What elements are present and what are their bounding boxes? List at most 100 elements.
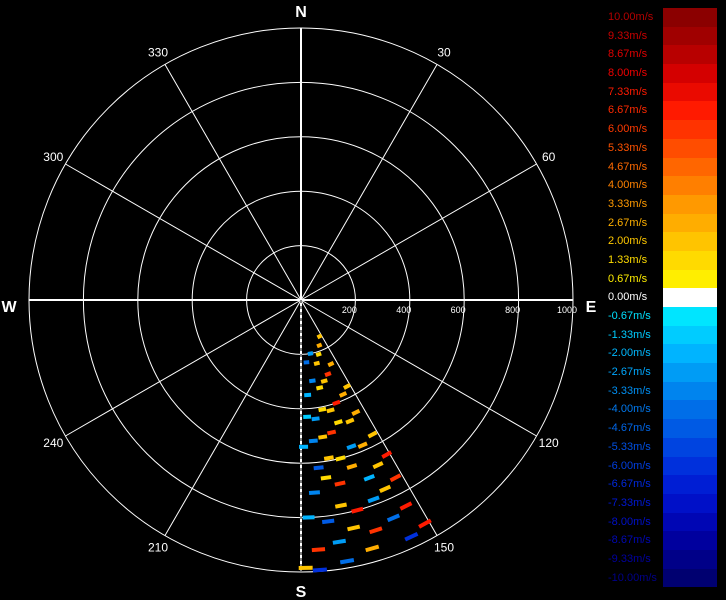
legend-label: 6.00m/s: [608, 123, 648, 136]
legend-row: -6.00m/s: [605, 456, 717, 476]
legend-row: -10.00m/s: [605, 568, 717, 588]
data-point: [313, 360, 321, 366]
legend-swatch: [663, 138, 717, 158]
legend-label: -2.67m/s: [608, 366, 651, 379]
data-point: [316, 333, 323, 340]
legend-swatch: [663, 250, 717, 270]
legend-label: -10.00m/s: [608, 571, 657, 584]
legend-label: -9.33m/s: [608, 552, 651, 565]
legend-swatch: [663, 64, 717, 83]
data-point: [351, 408, 361, 417]
legend-swatch: [663, 45, 717, 65]
legend-label: -8.00m/s: [608, 515, 651, 528]
legend-swatch: [663, 475, 717, 494]
legend-swatch: [663, 120, 717, 139]
polar-plot: 200 400 600 800 1000 30 60 120 150 210 240 300 330 N…: [1, 4, 596, 600]
angular-tick-label: 30: [437, 45, 451, 59]
data-point: [316, 342, 323, 349]
data-point: [404, 531, 419, 542]
legend-label: -2.00m/s: [608, 347, 651, 360]
legend-swatch: [663, 325, 717, 345]
radial-tick-label: 1000: [557, 305, 577, 315]
legend-label: 1.33m/s: [608, 253, 648, 266]
legend-row: -1.33m/s: [605, 325, 717, 345]
data-point: [303, 360, 310, 365]
angular-tick-label: 120: [539, 436, 559, 450]
legend-swatch: [663, 437, 717, 457]
legend-label: -3.33m/s: [608, 384, 651, 397]
data-point: [346, 443, 357, 451]
data-point: [326, 407, 335, 414]
data-point: [363, 473, 375, 482]
legend-swatch: [663, 381, 717, 401]
data-point: [326, 429, 337, 436]
legend-row: -4.00m/s: [605, 400, 717, 420]
legend-swatch: [663, 26, 717, 46]
data-point: [307, 351, 314, 356]
data-point: [357, 441, 368, 449]
legend-label: 10.00m/s: [608, 11, 654, 23]
data-point: [339, 558, 355, 565]
data-point: [332, 399, 341, 406]
legend-swatch: [663, 307, 717, 326]
spoke-line: [164, 64, 302, 301]
legend-swatch: [663, 363, 717, 382]
legend-label: 8.67m/s: [608, 48, 648, 61]
data-point: [351, 506, 364, 514]
data-point: [389, 473, 402, 483]
data-point: [318, 434, 328, 440]
data-points: [298, 333, 432, 573]
legend-label: 5.33m/s: [608, 141, 648, 154]
data-point: [332, 538, 347, 545]
data-point: [304, 392, 312, 398]
data-point: [313, 465, 324, 471]
spoke-line: [164, 299, 302, 536]
legend-swatch: [663, 456, 717, 476]
legend-swatch: [663, 512, 717, 532]
legend-row: -0.67m/s: [605, 307, 717, 326]
legend-row: 8.67m/s: [605, 45, 717, 65]
legend-label: 4.00m/s: [608, 179, 648, 192]
legend-row: -8.67m/s: [605, 531, 717, 550]
legend-row: 7.33m/s: [605, 82, 717, 102]
data-point: [335, 455, 346, 462]
legend-swatch: [663, 568, 717, 588]
data-point: [320, 378, 328, 384]
legend-label: 2.67m/s: [608, 216, 648, 229]
cardinal-w: W: [1, 299, 17, 316]
legend-swatch: [663, 8, 717, 27]
legend-row: 4.67m/s: [605, 157, 717, 177]
radial-tick-label: 800: [505, 305, 520, 315]
legend-row: 6.00m/s: [605, 120, 717, 139]
legend-row: 2.67m/s: [605, 213, 717, 233]
data-point: [327, 361, 335, 368]
legend-row: -6.67m/s: [605, 475, 717, 494]
data-point: [324, 371, 332, 378]
data-point: [367, 430, 378, 439]
data-point: [338, 391, 348, 398]
angular-tick-label: 210: [148, 541, 168, 555]
spoke-line: [300, 163, 537, 301]
legend-row: 5.33m/s: [605, 138, 717, 158]
angular-tick-label: 330: [148, 45, 168, 59]
legend-swatch: [663, 288, 717, 307]
data-point: [320, 475, 332, 481]
legend-row: -2.67m/s: [605, 363, 717, 382]
angular-tick-label: 60: [542, 150, 556, 164]
legend-row: 2.00m/s: [605, 232, 717, 251]
legend-label: -1.33m/s: [608, 328, 651, 341]
legend-row: 9.33m/s: [605, 26, 717, 46]
legend-swatch: [663, 101, 717, 121]
angular-tick-label: 240: [43, 436, 63, 450]
data-point: [379, 484, 392, 494]
data-point: [381, 450, 393, 459]
legend-row: 4.00m/s: [605, 176, 717, 195]
legend-swatch: [663, 400, 717, 420]
legend-swatch: [663, 344, 717, 364]
data-point: [372, 461, 384, 470]
legend-swatch: [663, 531, 717, 550]
angular-tick-label: 300: [43, 150, 63, 164]
radial-tick-label: 200: [342, 305, 357, 315]
data-point: [334, 480, 346, 487]
legend-label: -5.33m/s: [608, 440, 651, 453]
